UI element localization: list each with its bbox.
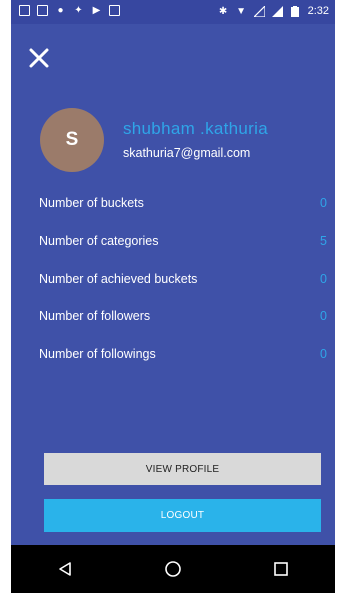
message-notification-icon — [37, 5, 48, 16]
navigation-bar — [11, 545, 335, 593]
profile-name: shubham .kathuria — [123, 119, 268, 138]
stat-label: Number of achieved buckets — [39, 272, 198, 286]
alien-notification-icon: ✦ — [74, 5, 83, 16]
battery-icon — [290, 5, 301, 17]
bluetooth-icon: ✱ — [218, 5, 228, 17]
stat-label: Number of followers — [39, 309, 151, 323]
facebook-notification-icon — [19, 5, 30, 16]
stat-label: Number of buckets — [39, 196, 144, 210]
status-bar: ● ✦ ▶ ✱ ▼ 2:32 — [11, 0, 335, 24]
stat-label: Number of followings — [39, 347, 156, 361]
avatar[interactable]: S — [40, 108, 104, 172]
reddit-notification-icon: ● — [57, 5, 64, 16]
stat-value: 0 — [320, 309, 327, 323]
stat-value: 0 — [320, 272, 327, 286]
drawer-screen: ● ✦ ▶ ✱ ▼ 2:32 S shubham .kathuria skath… — [11, 0, 335, 593]
logout-button[interactable]: LOGOUT — [44, 499, 321, 532]
stat-value: 5 — [320, 234, 327, 248]
document-notification-icon — [109, 5, 120, 16]
home-icon[interactable] — [153, 549, 193, 589]
status-time: 2:32 — [307, 5, 329, 17]
stat-row-followings: Number of followings 0 — [39, 343, 331, 365]
recents-icon[interactable] — [261, 549, 301, 589]
signal-icon — [253, 5, 265, 17]
signal-2-icon — [271, 5, 283, 17]
stat-label: Number of categories — [39, 234, 159, 248]
stat-value: 0 — [320, 347, 327, 361]
stat-value: 0 — [320, 196, 327, 210]
view-profile-button[interactable]: VIEW PROFILE — [44, 453, 321, 485]
close-icon[interactable] — [27, 46, 53, 72]
profile-email: skathuria7@gmail.com — [123, 146, 251, 160]
back-icon[interactable] — [45, 549, 85, 589]
stat-row-followers: Number of followers 0 — [39, 305, 331, 327]
stat-row-categories: Number of categories 5 — [39, 230, 331, 252]
stat-row-buckets: Number of buckets 0 — [39, 192, 331, 214]
wifi-icon: ▼ — [236, 5, 247, 17]
play-notification-icon: ▶ — [92, 5, 101, 16]
stat-row-achieved-buckets: Number of achieved buckets 0 — [39, 268, 331, 290]
